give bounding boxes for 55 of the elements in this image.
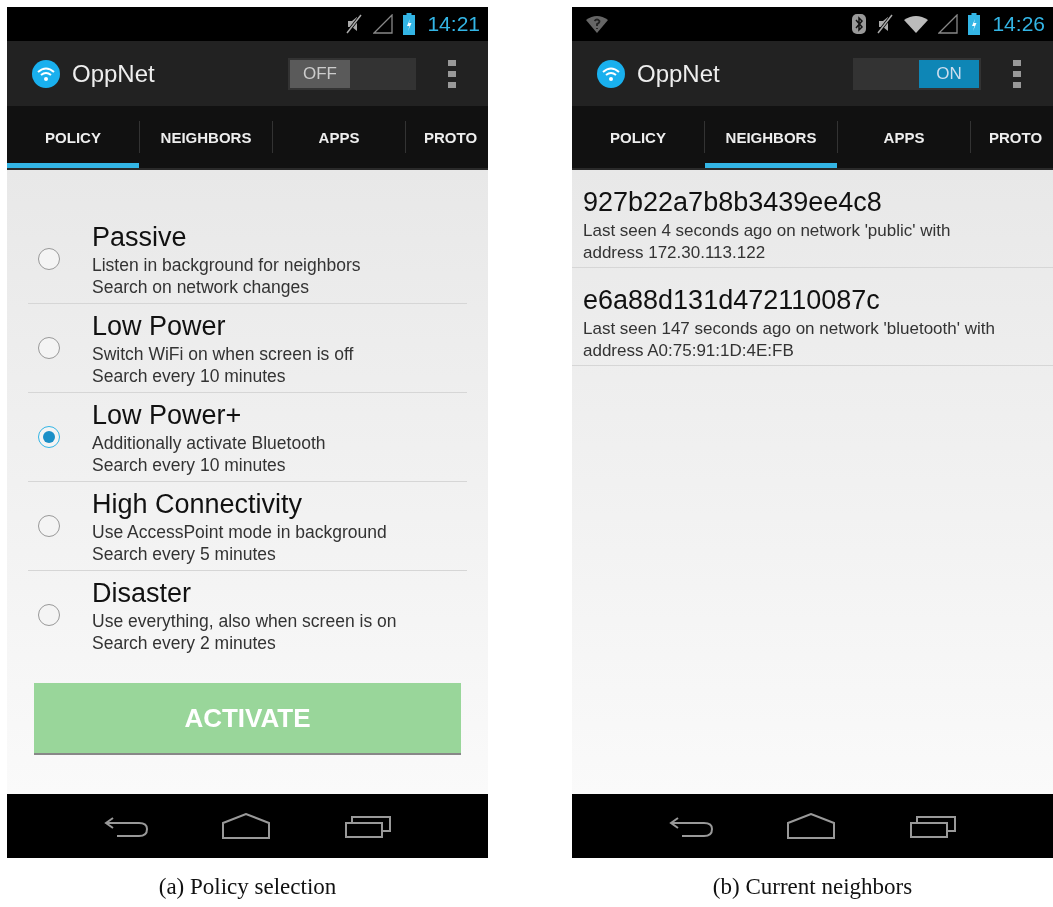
option-description: Switch WiFi on when screen is off — [92, 342, 354, 365]
neighbor-id: e6a88d131d472110087c — [583, 284, 881, 317]
neighbor-details: address 172.30.113.122 — [583, 242, 767, 264]
wifi-logo-icon — [597, 59, 625, 88]
clock-time: 14:26 — [992, 12, 1045, 36]
clock-time: 14:21 — [427, 12, 480, 36]
option-description: Search every 10 minutes — [92, 453, 287, 476]
option-description: Search every 5 minutes — [92, 542, 277, 565]
neighbor-details: Last seen 4 seconds ago on network 'public' with — [583, 220, 952, 242]
tab[interactable]: PROTO — [971, 106, 1047, 168]
battery-icon — [968, 13, 981, 35]
option-title: High Connectivity — [92, 487, 304, 521]
neighbor-details: Last seen 147 seconds ago on network 'bluetooth' with — [583, 318, 996, 340]
radio-button[interactable] — [38, 604, 60, 626]
wifi-logo-icon — [32, 59, 60, 88]
radio-button[interactable] — [38, 248, 60, 270]
option-title: Disaster — [92, 576, 193, 610]
radio-button[interactable] — [38, 515, 60, 537]
toggle-switch[interactable]: OFF — [288, 57, 416, 90]
tab[interactable]: APPS — [838, 106, 970, 168]
option-description: Additionally activate Bluetooth — [92, 431, 326, 454]
recent-apps-icon[interactable] — [908, 814, 957, 838]
home-icon[interactable] — [221, 813, 272, 839]
tab[interactable]: NEIGHBORS — [140, 106, 272, 168]
home-icon[interactable] — [786, 813, 837, 839]
mute-icon — [876, 14, 895, 34]
option-description: Listen in background for neighbors — [92, 253, 361, 276]
menu-icon[interactable] — [1013, 59, 1021, 88]
option-description: Search every 2 minutes — [92, 631, 277, 654]
figure-caption: (b) Current neighbors — [712, 874, 913, 900]
battery-icon — [403, 13, 416, 35]
option-title: Low Power+ — [92, 398, 243, 432]
app-title: OppNet — [72, 59, 156, 88]
option-description: Use everything, also when screen is on — [92, 609, 397, 632]
neighbor-details: address A0:75:91:1D:4E:FB — [583, 340, 795, 362]
tab[interactable]: POLICY — [572, 106, 704, 168]
back-icon[interactable] — [103, 814, 150, 838]
tab[interactable]: PROTO — [406, 106, 482, 168]
radio-button[interactable] — [38, 426, 60, 448]
option-title: Low Power — [92, 309, 227, 343]
back-icon[interactable] — [668, 814, 715, 838]
menu-icon[interactable] — [448, 59, 456, 88]
signal-icon — [938, 14, 959, 34]
radio-button[interactable] — [38, 337, 60, 359]
figure-caption: (a) Policy selection — [158, 874, 337, 900]
option-description: Search every 10 minutes — [92, 364, 287, 387]
recent-apps-icon[interactable] — [343, 814, 392, 838]
app-title: OppNet — [637, 59, 721, 88]
option-title: Passive — [92, 220, 188, 254]
tab[interactable]: APPS — [273, 106, 405, 168]
signal-icon — [373, 14, 394, 34]
option-description: Search on network changes — [92, 275, 310, 298]
option-description: Use AccessPoint mode in background — [92, 520, 387, 543]
neighbor-id: 927b22a7b8b3439ee4c8 — [583, 186, 883, 219]
mute-icon — [345, 14, 364, 34]
